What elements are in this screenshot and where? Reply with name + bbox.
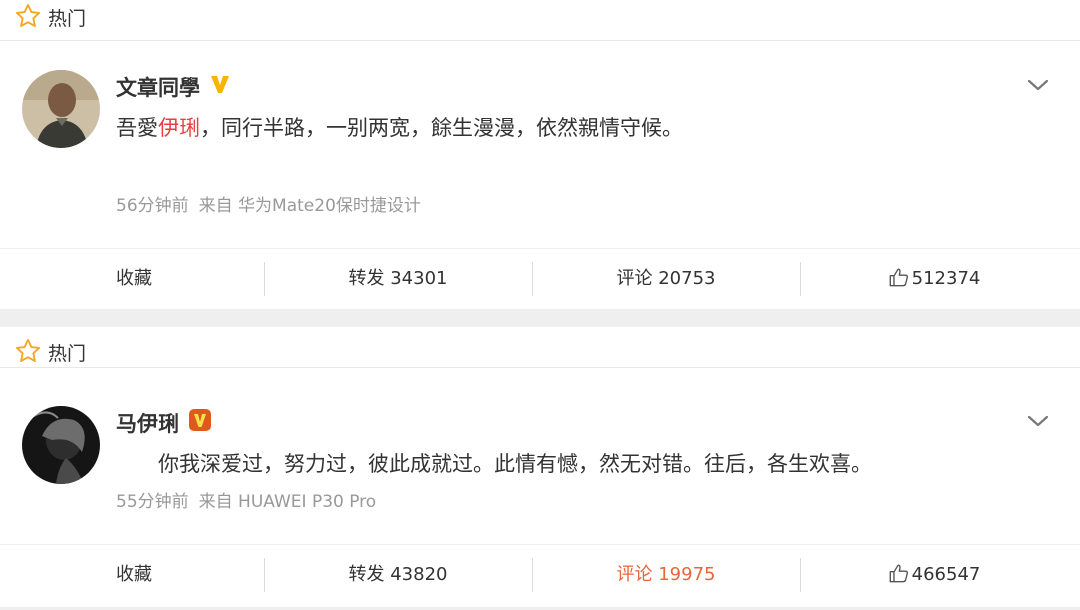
- favorite-button[interactable]: 收藏: [0, 249, 268, 309]
- username[interactable]: 马伊琍: [116, 408, 179, 438]
- mention-link[interactable]: 伊琍: [158, 116, 200, 140]
- post-source: 来自 HUAWEI P30 Pro: [198, 492, 377, 512]
- hot-header: 热门: [0, 0, 1080, 41]
- post-text: 吾愛伊琍，同行半路，一别两宽，餘生漫漫，依然親情守候。: [116, 116, 683, 140]
- star-icon: [15, 3, 41, 27]
- action-bar: 收藏 转发 43820 评论 19975 466547: [0, 544, 1080, 605]
- hot-label: 热门: [48, 343, 87, 365]
- post-meta: 56分钟前 来自 华为Mate20保时捷设计: [116, 191, 421, 216]
- hot-header: 热门: [0, 327, 1080, 368]
- weibo-post-card: 热门 马伊琍 你我深爱过，努力过，彼此成就过。此情有憾，然无对错。往后，各生欢喜…: [0, 327, 1080, 607]
- chevron-down-icon[interactable]: [1026, 413, 1050, 429]
- star-icon: [15, 338, 41, 362]
- verified-badge-icon: [189, 409, 211, 431]
- comment-button[interactable]: 评论 19975: [532, 545, 800, 605]
- post-time: 56分钟前: [116, 196, 189, 216]
- post-meta: 55分钟前 来自 HUAWEI P30 Pro: [116, 487, 376, 512]
- like-button[interactable]: 512374: [800, 249, 1068, 309]
- post-source: 来自 华为Mate20保时捷设计: [198, 196, 421, 216]
- username[interactable]: 文章同學: [116, 72, 200, 102]
- action-bar: 收藏 转发 34301 评论 20753 512374: [0, 248, 1080, 309]
- like-count: 466547: [911, 564, 981, 585]
- like-count: 512374: [911, 268, 981, 289]
- verified-badge-icon: [211, 76, 229, 93]
- post-text: 你我深爱过，努力过，彼此成就过。此情有憾，然无对错。往后，各生欢喜。: [158, 452, 872, 476]
- repost-button[interactable]: 转发 43820: [264, 545, 532, 605]
- comment-button[interactable]: 评论 20753: [532, 249, 800, 309]
- thumbs-up-icon: [889, 564, 908, 583]
- favorite-button[interactable]: 收藏: [0, 545, 268, 605]
- chevron-down-icon[interactable]: [1026, 77, 1050, 93]
- post-time: 55分钟前: [116, 492, 189, 512]
- like-button[interactable]: 466547: [800, 545, 1068, 605]
- repost-button[interactable]: 转发 34301: [264, 249, 532, 309]
- hot-label: 热门: [48, 8, 87, 30]
- avatar[interactable]: [22, 70, 100, 148]
- thumbs-up-icon: [889, 268, 908, 287]
- avatar[interactable]: [22, 406, 100, 484]
- weibo-post-card: 热门 文章同學 吾愛伊琍，同行半路，一别两宽，餘生漫漫，依然親情守候。 56分钟…: [0, 0, 1080, 309]
